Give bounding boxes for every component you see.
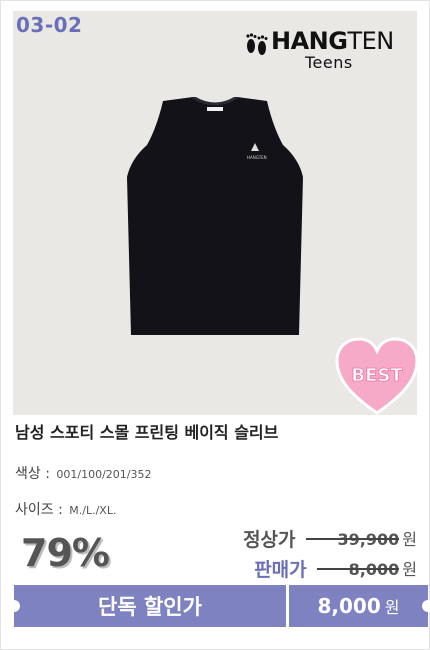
- brand-logo: HANGTEN Teens: [237, 19, 407, 77]
- brand-sub: Teens: [305, 53, 353, 72]
- footprint-icon: [246, 33, 268, 55]
- best-badge: BEST: [335, 337, 417, 415]
- regular-price: 39,900 원: [305, 526, 417, 550]
- color-spec: 색상 : 001/100/201/352: [15, 463, 152, 483]
- exclusive-price[interactable]: 8,000 원: [289, 585, 428, 627]
- size-spec: 사이즈 : M./L./XL.: [15, 499, 116, 519]
- regular-price-label: 정상가: [243, 528, 296, 551]
- sale-price-label: 판매가: [254, 558, 307, 581]
- exclusive-price-bar[interactable]: 단독 할인가 8,000 원: [8, 585, 430, 627]
- ticket-notch-left: [8, 600, 20, 612]
- size-value: M./L./XL.: [69, 504, 117, 517]
- color-label: 색상 :: [15, 466, 50, 482]
- product-image[interactable]: 03-02 HANGTEN Teens HANGTEN BEST: [13, 11, 417, 415]
- best-badge-label: BEST: [351, 365, 403, 386]
- product-code: 03-02: [16, 13, 83, 37]
- shirt-print-label: HANGTEN: [247, 155, 267, 160]
- sale-price-row: 판매가 8,000 원: [254, 555, 417, 581]
- discount-rate: 79%: [21, 531, 110, 575]
- brand-name: HANGTEN: [271, 27, 394, 55]
- product-card[interactable]: 03-02 HANGTEN Teens HANGTEN BEST 남성 스포티 …: [0, 0, 430, 650]
- color-value: 001/100/201/352: [56, 468, 152, 481]
- regular-price-row: 정상가 39,900 원: [243, 525, 417, 551]
- strikethrough-line: [305, 538, 399, 540]
- product-title[interactable]: 남성 스포티 스몰 프린팅 베이직 슬리브: [15, 419, 415, 443]
- ticket-notch-right: [422, 600, 430, 612]
- sale-price: 8,000 원: [316, 556, 417, 580]
- sleeveless-shirt-image: HANGTEN: [127, 97, 303, 335]
- exclusive-discount-button[interactable]: 단독 할인가: [14, 585, 286, 627]
- size-label: 사이즈 :: [15, 502, 63, 518]
- strikethrough-line: [316, 568, 399, 570]
